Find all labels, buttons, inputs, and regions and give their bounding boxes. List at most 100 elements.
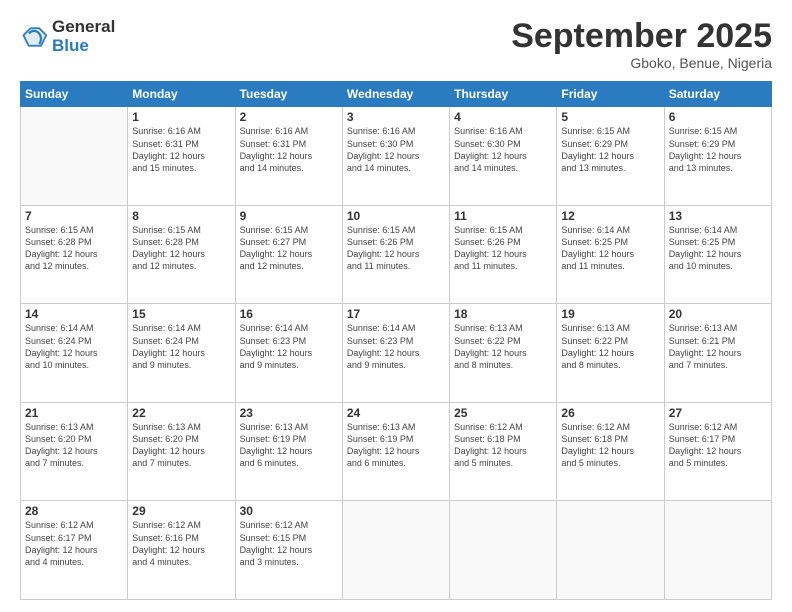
day-number: 22 [132, 406, 230, 420]
logo-icon [20, 23, 48, 51]
calendar-day-cell: 20Sunrise: 6:13 AM Sunset: 6:21 PM Dayli… [664, 304, 771, 403]
weekday-header-cell: Wednesday [342, 82, 449, 107]
calendar-day-cell: 26 Sunrise: 6:12 AM Sunset: 6:18 PM Dayli… [557, 402, 664, 501]
day-info: Sunrise: 6:14 AM Sunset: 6:24 PM Dayligh… [25, 323, 98, 369]
calendar-week-row: 14 Sunrise: 6:14 AM Sunset: 6:24 PM Dayli… [21, 304, 772, 403]
logo-text: General Blue [52, 18, 115, 55]
calendar-day-cell: 28Sunrise: 6:12 AM Sunset: 6:17 PM Dayli… [21, 501, 128, 600]
calendar-week-row: 21 Sunrise: 6:13 AM Sunset: 6:20 PM Dayli… [21, 402, 772, 501]
day-number: 12 [561, 209, 659, 223]
day-info: Sunrise: 6:14 AM Sunset: 6:25 PM Dayligh… [669, 225, 742, 271]
calendar-day-cell: 3Sunrise: 6:16 AM Sunset: 6:30 PM Daylig… [342, 107, 449, 206]
day-number: 10 [347, 209, 445, 223]
calendar-day-cell: 25 Sunrise: 6:12 AM Sunset: 6:18 PM Dayli… [450, 402, 557, 501]
title-block: September 2025 Gboko, Benue, Nigeria [511, 18, 772, 71]
calendar-day-cell: 9Sunrise: 6:15 AM Sunset: 6:27 PM Daylig… [235, 205, 342, 304]
day-info: Sunrise: 6:16 AM Sunset: 6:30 PM Dayligh… [454, 126, 527, 172]
day-info: Sunrise: 6:13 AM Sunset: 6:21 PM Dayligh… [669, 323, 742, 369]
day-number: 19 [561, 307, 659, 321]
day-info: Sunrise: 6:15 AM Sunset: 6:26 PM Dayligh… [454, 225, 527, 271]
day-number: 21 [25, 406, 123, 420]
calendar-day-cell: 8Sunrise: 6:15 AM Sunset: 6:28 PM Daylig… [128, 205, 235, 304]
calendar-day-cell: 4Sunrise: 6:16 AM Sunset: 6:30 PM Daylig… [450, 107, 557, 206]
day-info: Sunrise: 6:15 AM Sunset: 6:27 PM Dayligh… [240, 225, 313, 271]
day-info: Sunrise: 6:12 AM Sunset: 6:17 PM Dayligh… [669, 422, 742, 468]
day-number: 28 [25, 504, 123, 518]
header: General Blue September 2025 Gboko, Benue… [20, 18, 772, 71]
calendar-week-row: 1Sunrise: 6:16 AM Sunset: 6:31 PM Daylig… [21, 107, 772, 206]
calendar-week-row: 7 Sunrise: 6:15 AM Sunset: 6:28 PM Daylig… [21, 205, 772, 304]
day-info: Sunrise: 6:14 AM Sunset: 6:23 PM Dayligh… [347, 323, 420, 369]
weekday-header-cell: Tuesday [235, 82, 342, 107]
weekday-header-cell: Thursday [450, 82, 557, 107]
calendar-table: SundayMondayTuesdayWednesdayThursdayFrid… [20, 81, 772, 600]
day-number: 2 [240, 110, 338, 124]
day-number: 26 [561, 406, 659, 420]
day-number: 24 [347, 406, 445, 420]
day-number: 3 [347, 110, 445, 124]
day-info: Sunrise: 6:15 AM Sunset: 6:28 PM Dayligh… [25, 225, 98, 271]
day-number: 5 [561, 110, 659, 124]
weekday-header-cell: Saturday [664, 82, 771, 107]
calendar-day-cell [450, 501, 557, 600]
calendar-day-cell [664, 501, 771, 600]
logo: General Blue [20, 18, 115, 55]
day-info: Sunrise: 6:14 AM Sunset: 6:25 PM Dayligh… [561, 225, 634, 271]
calendar-day-cell: 6 Sunrise: 6:15 AM Sunset: 6:29 PM Daylig… [664, 107, 771, 206]
calendar-day-cell: 14 Sunrise: 6:14 AM Sunset: 6:24 PM Dayli… [21, 304, 128, 403]
weekday-header-row: SundayMondayTuesdayWednesdayThursdayFrid… [21, 82, 772, 107]
day-number: 7 [25, 209, 123, 223]
day-number: 27 [669, 406, 767, 420]
day-info: Sunrise: 6:13 AM Sunset: 6:22 PM Dayligh… [561, 323, 634, 369]
calendar-day-cell [342, 501, 449, 600]
day-info: Sunrise: 6:14 AM Sunset: 6:23 PM Dayligh… [240, 323, 313, 369]
day-info: Sunrise: 6:15 AM Sunset: 6:26 PM Dayligh… [347, 225, 420, 271]
calendar-day-cell: 15 Sunrise: 6:14 AM Sunset: 6:24 PM Dayli… [128, 304, 235, 403]
day-number: 18 [454, 307, 552, 321]
calendar-day-cell: 10 Sunrise: 6:15 AM Sunset: 6:26 PM Dayli… [342, 205, 449, 304]
weekday-header-cell: Monday [128, 82, 235, 107]
calendar-day-cell: 5 Sunrise: 6:15 AM Sunset: 6:29 PM Daylig… [557, 107, 664, 206]
location-subtitle: Gboko, Benue, Nigeria [511, 55, 772, 71]
weekday-header-cell: Friday [557, 82, 664, 107]
day-info: Sunrise: 6:16 AM Sunset: 6:31 PM Dayligh… [132, 126, 205, 172]
calendar-day-cell: 21 Sunrise: 6:13 AM Sunset: 6:20 PM Dayli… [21, 402, 128, 501]
calendar-day-cell [557, 501, 664, 600]
day-info: Sunrise: 6:12 AM Sunset: 6:18 PM Dayligh… [561, 422, 634, 468]
day-number: 25 [454, 406, 552, 420]
calendar-day-cell: 1Sunrise: 6:16 AM Sunset: 6:31 PM Daylig… [128, 107, 235, 206]
calendar-day-cell: 13Sunrise: 6:14 AM Sunset: 6:25 PM Dayli… [664, 205, 771, 304]
day-number: 16 [240, 307, 338, 321]
day-info: Sunrise: 6:13 AM Sunset: 6:20 PM Dayligh… [25, 422, 98, 468]
calendar-day-cell: 12 Sunrise: 6:14 AM Sunset: 6:25 PM Dayli… [557, 205, 664, 304]
calendar-day-cell: 22Sunrise: 6:13 AM Sunset: 6:20 PM Dayli… [128, 402, 235, 501]
day-info: Sunrise: 6:12 AM Sunset: 6:18 PM Dayligh… [454, 422, 527, 468]
calendar-day-cell: 19 Sunrise: 6:13 AM Sunset: 6:22 PM Dayli… [557, 304, 664, 403]
day-number: 8 [132, 209, 230, 223]
day-info: Sunrise: 6:15 AM Sunset: 6:29 PM Dayligh… [561, 126, 634, 172]
calendar-day-cell: 27 Sunrise: 6:12 AM Sunset: 6:17 PM Dayli… [664, 402, 771, 501]
day-number: 29 [132, 504, 230, 518]
day-info: Sunrise: 6:16 AM Sunset: 6:31 PM Dayligh… [240, 126, 313, 172]
day-info: Sunrise: 6:15 AM Sunset: 6:29 PM Dayligh… [669, 126, 742, 172]
day-number: 23 [240, 406, 338, 420]
page: General Blue September 2025 Gboko, Benue… [0, 0, 792, 612]
calendar-day-cell [21, 107, 128, 206]
calendar-day-cell: 11Sunrise: 6:15 AM Sunset: 6:26 PM Dayli… [450, 205, 557, 304]
logo-general: General [52, 18, 115, 37]
calendar-body: 1Sunrise: 6:16 AM Sunset: 6:31 PM Daylig… [21, 107, 772, 600]
calendar-day-cell: 24 Sunrise: 6:13 AM Sunset: 6:19 PM Dayli… [342, 402, 449, 501]
day-info: Sunrise: 6:13 AM Sunset: 6:19 PM Dayligh… [240, 422, 313, 468]
day-number: 6 [669, 110, 767, 124]
day-number: 14 [25, 307, 123, 321]
day-info: Sunrise: 6:13 AM Sunset: 6:22 PM Dayligh… [454, 323, 527, 369]
calendar-day-cell: 29Sunrise: 6:12 AM Sunset: 6:16 PM Dayli… [128, 501, 235, 600]
month-title: September 2025 [511, 18, 772, 55]
day-info: Sunrise: 6:13 AM Sunset: 6:19 PM Dayligh… [347, 422, 420, 468]
day-number: 15 [132, 307, 230, 321]
calendar-day-cell: 7 Sunrise: 6:15 AM Sunset: 6:28 PM Daylig… [21, 205, 128, 304]
day-info: Sunrise: 6:12 AM Sunset: 6:15 PM Dayligh… [240, 520, 313, 566]
calendar-day-cell: 17Sunrise: 6:14 AM Sunset: 6:23 PM Dayli… [342, 304, 449, 403]
calendar-day-cell: 30Sunrise: 6:12 AM Sunset: 6:15 PM Dayli… [235, 501, 342, 600]
day-info: Sunrise: 6:14 AM Sunset: 6:24 PM Dayligh… [132, 323, 205, 369]
